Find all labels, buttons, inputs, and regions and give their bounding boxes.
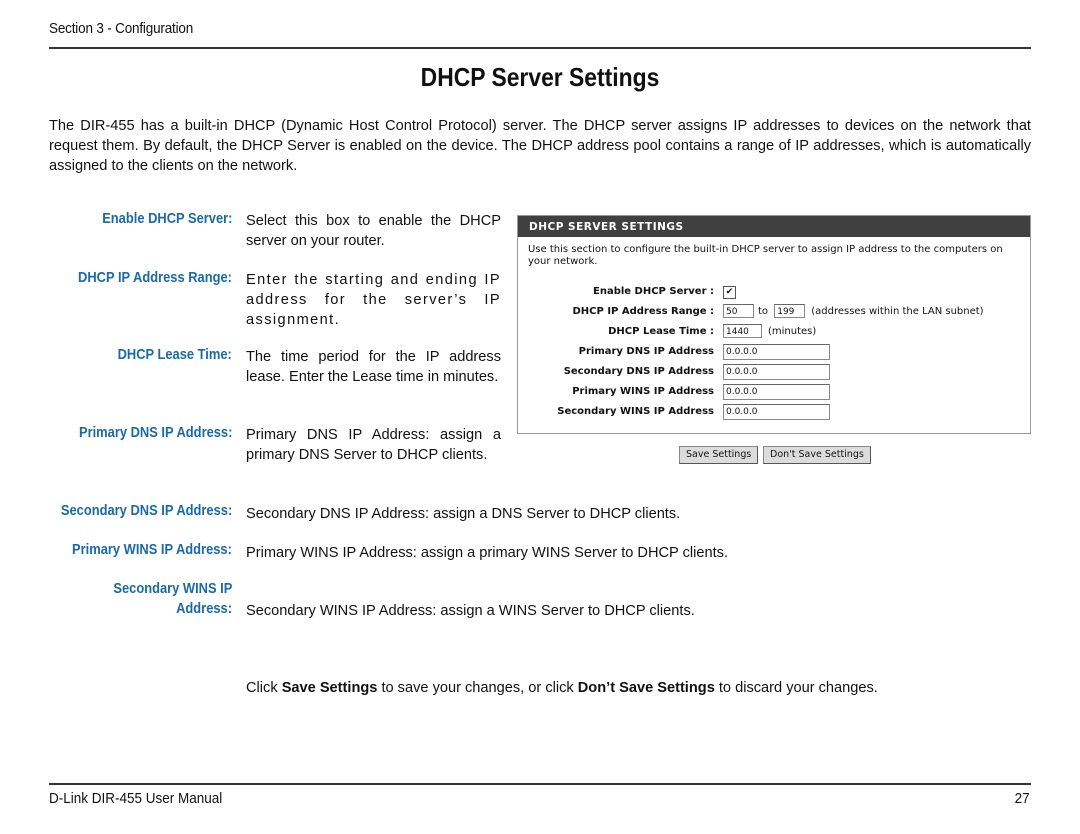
lease-note: (minutes) xyxy=(768,325,817,337)
primary-wins-label: Primary WINS IP Address xyxy=(572,386,714,397)
click-instructions: Click Save Settings to save your changes… xyxy=(246,680,878,696)
row-ip-range: DHCP IP Address Range : 50 to 199 (address… xyxy=(518,304,1030,322)
enable-dhcp-checkbox[interactable]: ✔ xyxy=(723,286,736,299)
click-text-save: Save Settings xyxy=(281,680,378,696)
section-header: Section 3 - Configuration xyxy=(49,20,194,37)
panel-description: Use this section to configure the built-… xyxy=(528,244,1003,267)
secondary-dns-input[interactable]: 0.0.0.0 xyxy=(723,364,830,380)
def-text-lease-time: The time period for the IP address lease… xyxy=(246,349,501,385)
row-lease-time: DHCP Lease Time : 1440 (minutes) xyxy=(518,324,1030,342)
click-text-post: to discard your changes. xyxy=(714,680,878,696)
def-text-ip-range: Enter the starting and ending IP address… xyxy=(246,272,501,328)
def-label-secondary-wins-1: Secondary WINS IP xyxy=(112,580,232,597)
ip-range-label: DHCP IP Address Range : xyxy=(572,306,715,317)
def-label-secondary-dns: Secondary DNS IP Address: xyxy=(60,502,232,519)
enable-dhcp-label: Enable DHCP Server : xyxy=(593,286,714,297)
click-text-pre: Click xyxy=(246,680,282,696)
row-primary-dns: Primary DNS IP Address 0.0.0.0 xyxy=(518,344,1030,362)
range-to-text: to xyxy=(758,305,769,317)
header-rule xyxy=(49,47,1031,49)
click-text-mid: to save your changes, or click xyxy=(377,680,578,696)
lease-time-label: DHCP Lease Time : xyxy=(608,326,714,337)
primary-wins-input[interactable]: 0.0.0.0 xyxy=(723,384,830,400)
secondary-dns-label: Secondary DNS IP Address xyxy=(563,366,714,377)
secondary-wins-input[interactable]: 0.0.0.0 xyxy=(723,404,830,420)
def-label-secondary-wins-2: Address: xyxy=(176,600,232,617)
footer-page-number: 27 xyxy=(1014,790,1030,807)
def-text-enable-dhcp: Select this box to enable the DHCP serve… xyxy=(246,213,501,249)
click-text-dont-save: Don’t Save Settings xyxy=(577,680,715,696)
dont-save-settings-button[interactable]: Don't Save Settings xyxy=(763,446,871,464)
def-text-primary-dns: Primary DNS IP Address: assign a primary… xyxy=(246,427,501,463)
def-text-secondary-wins: Secondary WINS IP Address: assign a WINS… xyxy=(246,603,695,619)
def-label-primary-wins: Primary WINS IP Address: xyxy=(72,541,232,558)
def-text-secondary-dns: Secondary DNS IP Address: assign a DNS S… xyxy=(246,506,681,522)
def-label-lease-time: DHCP Lease Time: xyxy=(117,346,232,363)
row-secondary-dns: Secondary DNS IP Address 0.0.0.0 xyxy=(518,364,1030,382)
def-label-ip-range: DHCP IP Address Range: xyxy=(78,269,232,286)
range-note: (addresses within the LAN subnet) xyxy=(811,305,984,317)
row-secondary-wins: Secondary WINS IP Address 0.0.0.0 xyxy=(518,404,1030,422)
range-start-input[interactable]: 50 xyxy=(723,304,754,318)
row-enable-dhcp: Enable DHCP Server : ✔ xyxy=(518,284,1030,302)
def-label-primary-dns: Primary DNS IP Address: xyxy=(78,424,232,441)
primary-dns-input[interactable]: 0.0.0.0 xyxy=(723,344,830,360)
def-label-enable-dhcp: Enable DHCP Server: xyxy=(101,210,232,227)
footer-rule xyxy=(49,783,1031,785)
secondary-wins-label: Secondary WINS IP Address xyxy=(557,406,714,417)
panel-heading: DHCP SERVER SETTINGS xyxy=(518,216,1030,237)
row-primary-wins: Primary WINS IP Address 0.0.0.0 xyxy=(518,384,1030,402)
def-text-primary-wins: Primary WINS IP Address: assign a primar… xyxy=(246,545,728,561)
dhcp-settings-panel: DHCP SERVER SETTINGS Use this section to… xyxy=(517,215,1031,434)
lease-time-input[interactable]: 1440 xyxy=(723,324,762,338)
save-settings-button[interactable]: Save Settings xyxy=(679,446,759,464)
primary-dns-label: Primary DNS IP Address xyxy=(578,346,714,357)
range-end-input[interactable]: 199 xyxy=(774,304,806,318)
page-title: DHCP Server Settings xyxy=(420,62,660,92)
footer-manual-title: D-Link DIR-455 User Manual xyxy=(49,790,223,807)
intro-paragraph: The DIR-455 has a built-in DHCP (Dynamic… xyxy=(49,118,1031,174)
